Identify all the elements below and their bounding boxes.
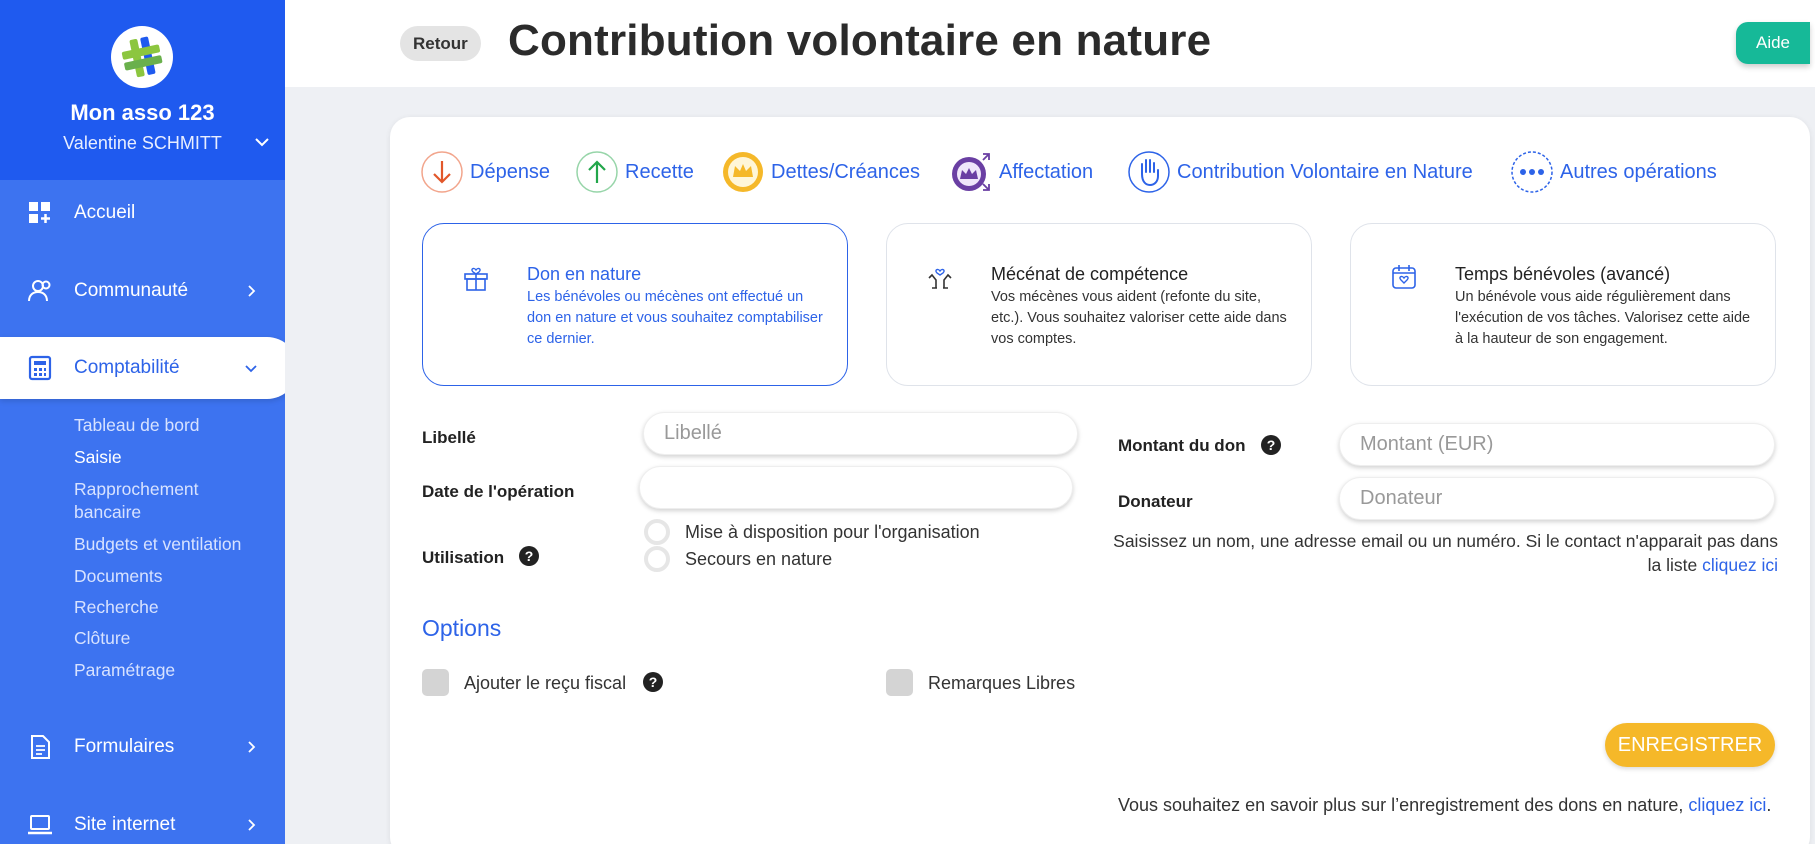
footer-end: . (1766, 795, 1772, 815)
nav-comptabilite[interactable]: Comptabilité (0, 337, 285, 399)
footer-note: Vous souhaitez en savoir plus sur l’enre… (1118, 795, 1771, 816)
checkbox-recu-fiscal[interactable] (422, 669, 449, 696)
tab-autres-label: Autres opérations (1560, 160, 1717, 183)
choice-don-title: Don en nature (527, 264, 642, 284)
sub-tableau-de-bord[interactable]: Tableau de bord (74, 415, 200, 436)
help-circle-icon[interactable]: ? (1260, 434, 1282, 456)
user-name[interactable]: Valentine SCHMITT (0, 133, 285, 154)
chevron-down-icon (245, 365, 257, 373)
choice-mecenat-competence[interactable]: Mécénat de compétence Vos mécènes vous a… (886, 223, 1312, 386)
radio-mise-a-disposition[interactable] (644, 519, 670, 545)
nav-accueil-label: Accueil (74, 202, 136, 223)
arrow-up-icon (576, 151, 618, 193)
nav-comptabilite-label: Comptabilité (74, 357, 180, 378)
choice-temps-desc: Un bénévole vous aide régulièrement dans… (1455, 289, 1751, 347)
utilisation-label: Utilisation (422, 548, 505, 567)
tab-affectation-label: Affectation (999, 160, 1094, 183)
calculator-icon (28, 355, 52, 381)
sidebar: Mon asso 123 Valentine SCHMITT Accueil C… (0, 0, 285, 844)
svg-text:?: ? (525, 548, 534, 564)
chevron-right-icon (248, 741, 256, 753)
choice-temps-benevoles[interactable]: Temps bénévoles (avancé) Un bénévole vou… (1350, 223, 1776, 386)
nav-formulaires-label: Formulaires (74, 736, 175, 757)
date-label: Date de l'opération (422, 482, 575, 501)
recu-fiscal-label: Ajouter le reçu fiscal (464, 673, 627, 693)
hint-link[interactable]: cliquez ici (1702, 555, 1778, 575)
chevron-down-icon[interactable] (252, 132, 272, 152)
nav-site-label: Site internet (74, 814, 176, 835)
tab-depense[interactable]: Dépense (420, 150, 550, 194)
tab-contribution-volontaire[interactable]: Contribution Volontaire en Nature (1127, 150, 1473, 194)
tab-contribution-label: Contribution Volontaire en Nature (1177, 160, 1473, 183)
tab-affectation[interactable]: Affectation (949, 150, 1093, 194)
nav-communaute-label: Communauté (74, 280, 189, 301)
logo-icon (121, 36, 163, 78)
svg-text:?: ? (649, 674, 658, 690)
calendar-heart-icon (1392, 265, 1416, 289)
svg-text:?: ? (1267, 437, 1276, 453)
choice-don-en-nature[interactable]: Don en nature Les bénévoles ou mécènes o… (422, 223, 848, 386)
montant-input[interactable] (1339, 423, 1775, 466)
radio-mise-a-disposition-label: Mise à disposition pour l'organisation (685, 522, 980, 542)
sub-documents[interactable]: Documents (74, 566, 163, 587)
users-icon (28, 280, 51, 302)
libelle-label: Libellé (422, 428, 476, 447)
nav-communaute[interactable]: Communauté (0, 260, 285, 322)
sub-cloture[interactable]: Clôture (74, 628, 130, 649)
hands-heart-icon (928, 268, 952, 289)
options-title: Options (422, 615, 502, 641)
tab-recette[interactable]: Recette (575, 150, 694, 194)
donateur-hint: Saisissez un nom, une adresse email ou u… (1110, 529, 1778, 577)
donateur-label: Donateur (1118, 492, 1193, 511)
nav-accueil[interactable]: Accueil (0, 182, 285, 244)
back-button[interactable]: Retour (400, 26, 481, 61)
nav-site-internet[interactable]: Site internet (0, 794, 285, 844)
remarques-libres-label: Remarques Libres (928, 673, 1076, 693)
tab-recette-label: Recette (625, 160, 694, 183)
choice-mecenat-title: Mécénat de compétence (991, 264, 1189, 284)
dots-icon (1511, 151, 1553, 193)
choice-don-desc: Les bénévoles ou mécènes ont effectué un… (527, 289, 823, 347)
tab-dettes-label: Dettes/Créances (771, 160, 920, 183)
sub-budgets-ventilation[interactable]: Budgets et ventilation (74, 534, 241, 555)
help-circle-icon[interactable]: ? (518, 545, 540, 567)
checkbox-remarques-libres[interactable] (886, 669, 913, 696)
tab-depense-label: Dépense (470, 160, 551, 183)
libelle-input[interactable] (643, 412, 1078, 455)
tab-autres-operations[interactable]: Autres opérations (1510, 150, 1717, 194)
montant-label: Montant du don (1118, 436, 1246, 455)
donateur-hint-text: Saisissez un nom, une adresse email ou u… (1113, 531, 1778, 575)
sub-saisie[interactable]: Saisie (74, 447, 122, 468)
choice-mecenat-desc: Vos mécènes vous aident (refonte du site… (991, 289, 1287, 347)
dashboard-icon (29, 202, 50, 223)
org-logo[interactable] (111, 26, 173, 88)
gift-icon (464, 267, 488, 291)
tab-dettes-creances[interactable]: Dettes/Créances (721, 150, 920, 194)
crown-arrows-icon (952, 153, 990, 191)
help-button[interactable]: Aide (1736, 22, 1810, 64)
laptop-icon (28, 815, 52, 835)
sub-recherche[interactable]: Recherche (74, 597, 159, 618)
crown-icon (723, 152, 763, 192)
chevron-right-icon (248, 819, 256, 831)
document-icon (31, 735, 50, 759)
chevron-right-icon (248, 285, 256, 297)
save-button[interactable]: ENREGISTRER (1605, 723, 1775, 767)
sub-rapprochement-bancaire[interactable]: Rapprochement bancaire (74, 478, 254, 524)
date-input[interactable] (639, 466, 1073, 509)
org-name: Mon asso 123 (70, 100, 215, 125)
footer-link[interactable]: cliquez ici (1688, 795, 1766, 815)
sidebar-header: Mon asso 123 Valentine SCHMITT (0, 0, 285, 180)
hand-icon (1128, 151, 1170, 193)
footer-text: Vous souhaitez en savoir plus sur l’enre… (1118, 795, 1689, 815)
sub-parametrage[interactable]: Paramétrage (74, 660, 175, 681)
radio-secours-nature[interactable] (644, 546, 670, 572)
nav-formulaires[interactable]: Formulaires (0, 716, 285, 778)
arrow-down-icon (421, 151, 463, 193)
radio-secours-nature-label: Secours en nature (685, 549, 833, 569)
help-circle-icon[interactable]: ? (642, 671, 664, 693)
choice-temps-title: Temps bénévoles (avancé) (1455, 264, 1671, 284)
donateur-input[interactable] (1339, 477, 1775, 520)
page-title: Contribution volontaire en nature (508, 16, 1212, 65)
